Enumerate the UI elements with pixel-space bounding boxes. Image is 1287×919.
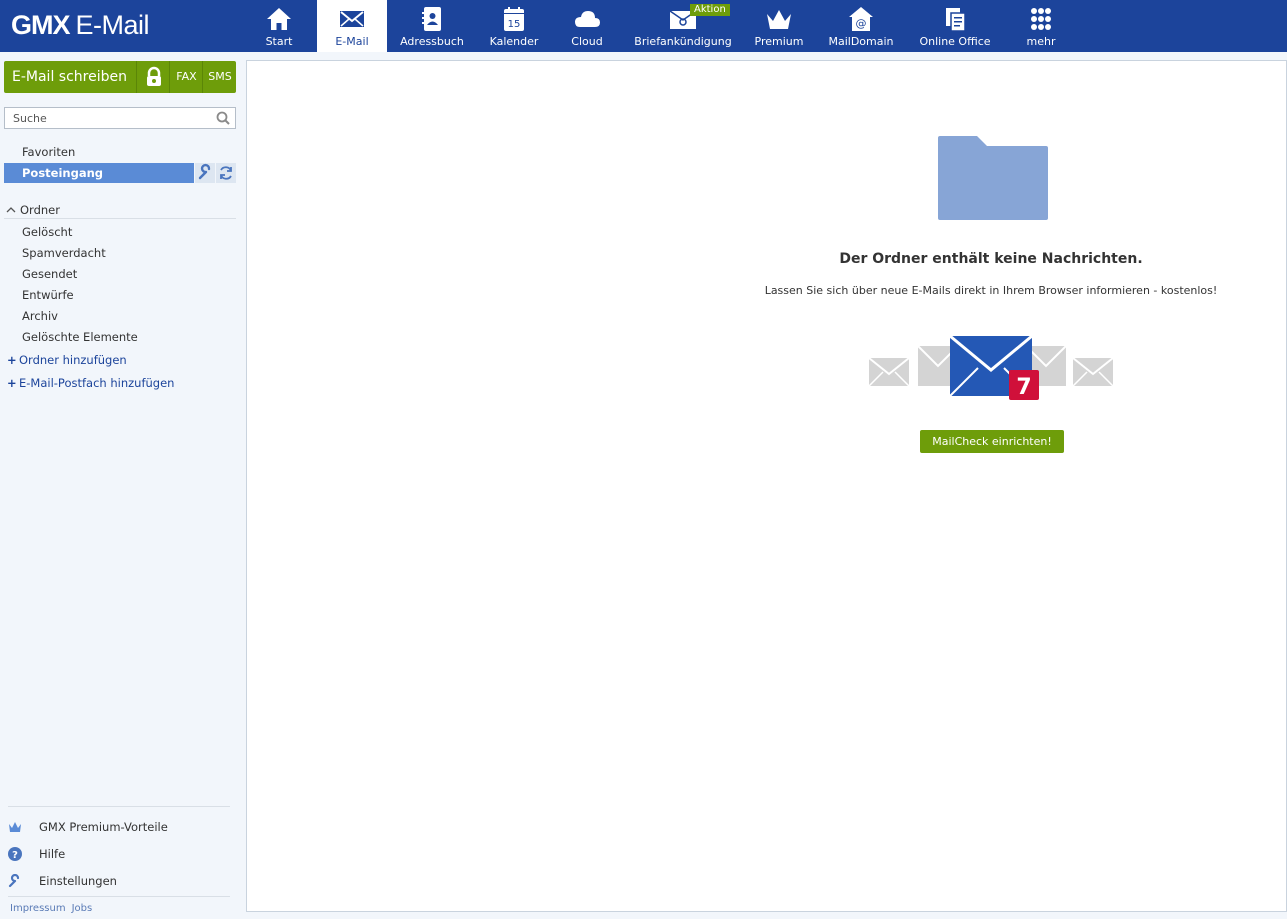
empty-state-title: Der Ordner enthält keine Nachrichten. xyxy=(839,251,1143,267)
mail-notification-illustration: 7 xyxy=(868,334,1114,400)
sidebar-item-geloescht[interactable]: Gelöscht xyxy=(22,225,72,239)
plus-icon: + xyxy=(7,376,17,390)
sidebar-item-entwuerfe[interactable]: Entwürfe xyxy=(22,288,74,302)
refresh-icon xyxy=(220,166,232,180)
svg-text:?: ? xyxy=(12,850,18,861)
notification-count: 7 xyxy=(1016,375,1031,400)
nav-cloud[interactable]: Cloud xyxy=(557,0,617,52)
nav-maildomain[interactable]: @ MailDomain xyxy=(825,0,897,52)
plus-icon: + xyxy=(7,353,17,367)
search-input[interactable]: Suche xyxy=(4,107,236,129)
fax-button[interactable]: FAX xyxy=(169,61,203,93)
search-placeholder: Suche xyxy=(13,112,47,125)
mail-icon xyxy=(340,11,364,27)
folders-header: Ordner xyxy=(20,203,60,217)
message-list-panel xyxy=(246,60,1287,912)
lock-icon xyxy=(146,66,161,86)
jobs-link[interactable]: Jobs xyxy=(72,903,93,914)
help-link[interactable]: ? Hilfe xyxy=(8,847,65,861)
wrench-icon xyxy=(198,163,211,180)
mailcheck-setup-button[interactable]: MailCheck einrichten! xyxy=(920,430,1064,453)
nav-start[interactable]: Start xyxy=(241,0,317,52)
gmx-logo[interactable]: GMX E-Mail xyxy=(11,10,150,41)
compose-bar: E-Mail schreiben FAX SMS xyxy=(4,61,236,93)
add-folder-link[interactable]: + Ordner hinzufügen xyxy=(7,353,127,367)
premium-benefits-link[interactable]: GMX Premium-Vorteile xyxy=(8,820,168,834)
folders-section-toggle[interactable]: Ordner xyxy=(6,203,60,217)
help-icon: ? xyxy=(8,847,22,861)
nav-kalender[interactable]: 15 Kalender xyxy=(480,0,548,52)
divider xyxy=(8,896,230,897)
top-navigation: GMX E-Mail Start E-Mail Adressbuch 15 Kal… xyxy=(0,0,1287,52)
chevron-up-icon xyxy=(6,207,16,213)
cloud-icon xyxy=(575,11,600,27)
footer-links: Impressum Jobs xyxy=(10,903,98,914)
contacts-icon xyxy=(422,7,441,31)
empty-folder-icon xyxy=(938,136,1048,220)
nav-premium[interactable]: Premium xyxy=(748,0,810,52)
sidebar-item-spamverdacht[interactable]: Spamverdacht xyxy=(22,246,106,260)
envelope-icon xyxy=(1072,357,1114,387)
office-icon xyxy=(946,8,966,32)
secure-compose-button[interactable] xyxy=(136,61,170,93)
svg-text:15: 15 xyxy=(508,19,521,30)
impressum-link[interactable]: Impressum xyxy=(10,903,66,914)
crown-icon xyxy=(9,822,21,832)
crown-icon xyxy=(767,10,791,29)
search-icon[interactable] xyxy=(216,111,230,125)
sidebar-item-posteingang[interactable]: Posteingang xyxy=(4,163,194,183)
folder-settings-button[interactable] xyxy=(195,163,215,183)
sms-button[interactable]: SMS xyxy=(202,61,237,93)
maildomain-icon: @ xyxy=(849,7,873,31)
nav-mehr[interactable]: mehr xyxy=(1010,0,1072,52)
divider xyxy=(8,806,230,807)
refresh-button[interactable] xyxy=(216,163,236,183)
home-icon xyxy=(267,8,291,30)
empty-state-subtitle: Lassen Sie sich über neue E-Mails direkt… xyxy=(764,284,1218,297)
nav-adressbuch[interactable]: Adressbuch xyxy=(396,0,468,52)
sidebar-item-geloeschte-elemente[interactable]: Gelöschte Elemente xyxy=(22,330,138,344)
calendar-icon: 15 xyxy=(504,7,524,31)
compose-email-button[interactable]: E-Mail schreiben xyxy=(4,61,136,93)
sidebar-item-gesendet[interactable]: Gesendet xyxy=(22,267,77,281)
sidebar-item-archiv[interactable]: Archiv xyxy=(22,309,58,323)
nav-email[interactable]: E-Mail xyxy=(317,0,387,52)
add-mailbox-link[interactable]: + E-Mail-Postfach hinzufügen xyxy=(7,376,174,390)
settings-link[interactable]: Einstellungen xyxy=(8,874,117,888)
svg-text:@: @ xyxy=(856,17,867,30)
aktion-badge: Aktion xyxy=(690,4,730,16)
nav-online-office[interactable]: Online Office xyxy=(915,0,995,52)
envelope-icon xyxy=(868,357,910,387)
wrench-icon xyxy=(8,874,20,888)
grid-icon xyxy=(1031,8,1051,30)
divider xyxy=(4,218,236,219)
sidebar-item-favoriten[interactable]: Favoriten xyxy=(22,145,75,159)
